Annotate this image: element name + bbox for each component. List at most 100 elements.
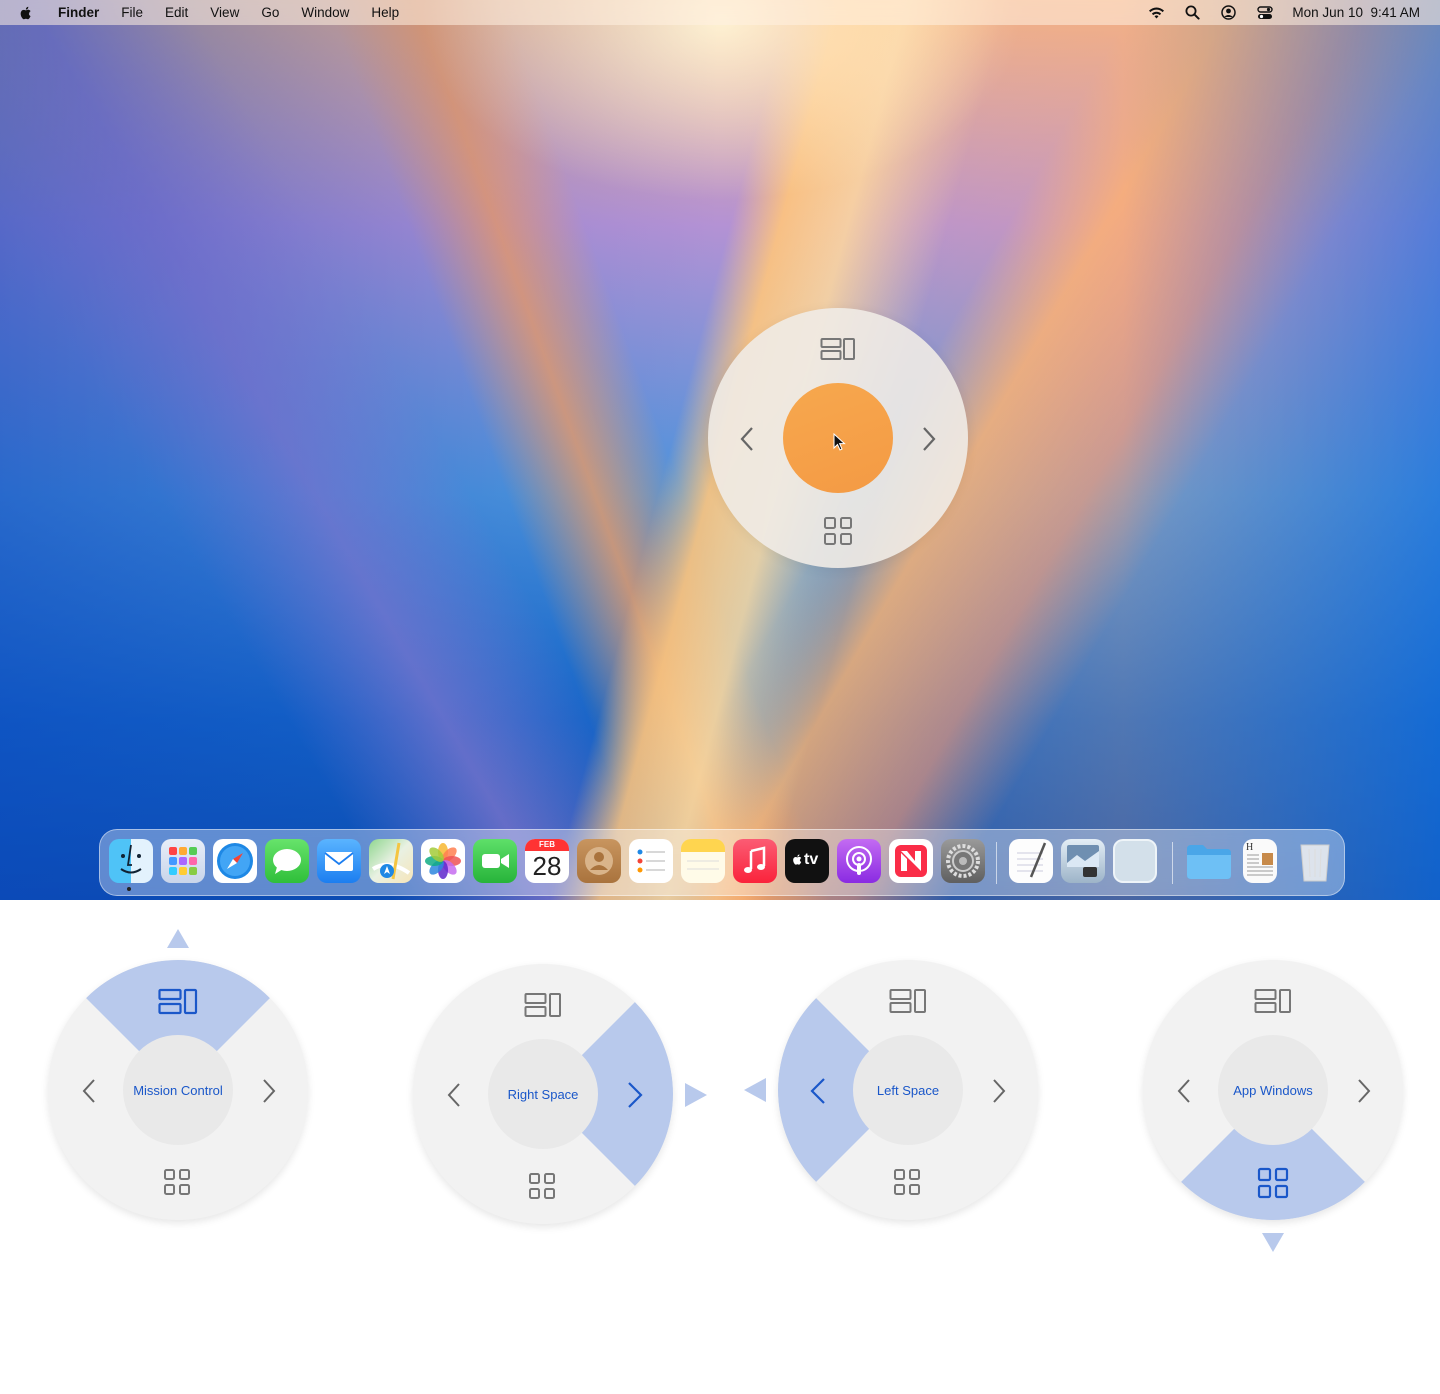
chevron-right-icon[interactable]: [922, 426, 936, 452]
dock-separator: [996, 842, 997, 884]
dock-mail[interactable]: [317, 839, 361, 883]
calendar-day: 28: [532, 851, 562, 881]
dock: FEB 28 tv H: [99, 829, 1345, 896]
control-center-icon[interactable]: [1256, 5, 1273, 20]
safari-icon: [217, 843, 253, 879]
photos-icon: [425, 843, 461, 879]
dock-trash[interactable]: [1293, 839, 1337, 883]
wheel-label-mission-control: Mission Control: [123, 1035, 233, 1145]
space-switcher-hud: [708, 308, 968, 568]
dock-music[interactable]: [733, 839, 777, 883]
user-icon[interactable]: [1220, 5, 1237, 20]
reminders-icon: [637, 849, 665, 873]
dock-separator: [1172, 842, 1173, 884]
calendar-month: FEB: [539, 840, 555, 849]
menu-view[interactable]: View: [210, 5, 239, 20]
dock-messages[interactable]: [265, 839, 309, 883]
facetime-icon: [482, 854, 509, 868]
app-windows-icon[interactable]: [528, 1172, 556, 1200]
app-windows-icon[interactable]: [823, 516, 853, 546]
trash-icon: [1300, 844, 1330, 882]
dock-folder[interactable]: [1185, 839, 1231, 883]
preview-icon: [1067, 845, 1099, 877]
wheel-right-space: Right Space: [413, 964, 673, 1224]
wheel-label-app-windows: App Windows: [1218, 1035, 1328, 1145]
dock-launchpad[interactable]: [161, 839, 205, 883]
wheel-app-windows: App Windows: [1143, 960, 1403, 1220]
finder-running-indicator: [127, 887, 131, 891]
dock-tv[interactable]: tv: [785, 839, 829, 883]
left-triangle-icon: [744, 1078, 766, 1102]
desktop-wallpaper: Finder File Edit View Go Window Help Mon…: [0, 0, 1440, 900]
dock-maps[interactable]: [369, 839, 413, 883]
document-icon: H: [1246, 842, 1273, 876]
maps-icon: [371, 842, 411, 880]
dock-blank-app[interactable]: [1113, 839, 1157, 883]
app-windows-icon[interactable]: [1257, 1167, 1289, 1199]
chevron-left-icon[interactable]: [447, 1082, 461, 1108]
mission-control-icon[interactable]: [524, 992, 562, 1018]
menu-window[interactable]: Window: [301, 5, 349, 20]
search-icon[interactable]: [1184, 5, 1201, 20]
dock-preview[interactable]: [1061, 839, 1105, 883]
wheel-label-right-space: Right Space: [488, 1039, 598, 1149]
mission-control-icon[interactable]: [820, 337, 856, 361]
tv-apple-icon: [791, 852, 804, 872]
textedit-icon: [1017, 842, 1047, 878]
app-windows-icon[interactable]: [893, 1168, 921, 1196]
menu-app-name[interactable]: Finder: [58, 5, 99, 20]
wheel-label-left-space: Left Space: [853, 1035, 963, 1145]
chevron-left-icon[interactable]: [1177, 1078, 1191, 1104]
folder-icon: [1187, 845, 1231, 879]
news-icon: [895, 845, 927, 877]
dock-textedit[interactable]: [1009, 839, 1053, 883]
chevron-right-icon[interactable]: [262, 1078, 276, 1104]
dock-system-settings[interactable]: [941, 839, 985, 883]
wheel-mission-control: Mission Control: [48, 960, 308, 1220]
dock-document[interactable]: H: [1243, 839, 1277, 883]
notes-icon: [687, 860, 719, 870]
menu-go[interactable]: Go: [261, 5, 279, 20]
wifi-icon[interactable]: [1148, 5, 1165, 20]
app-windows-icon[interactable]: [163, 1168, 191, 1196]
dock-contacts[interactable]: [577, 839, 621, 883]
menu-clock[interactable]: Mon Jun 10 9:41 AM: [1292, 5, 1420, 20]
dock-facetime[interactable]: [473, 839, 517, 883]
chevron-left-icon[interactable]: [82, 1078, 96, 1104]
apple-logo-icon[interactable]: [18, 5, 34, 21]
chevron-left-icon[interactable]: [810, 1077, 826, 1105]
podcasts-icon: [846, 846, 872, 875]
right-triangle-icon: [685, 1083, 707, 1107]
music-icon: [744, 846, 766, 873]
menu-file[interactable]: File: [121, 5, 143, 20]
dock-notes[interactable]: [681, 839, 725, 883]
chevron-right-icon[interactable]: [992, 1078, 1006, 1104]
chevron-left-icon[interactable]: [740, 426, 754, 452]
launchpad-icon: [169, 847, 197, 875]
dock-calendar[interactable]: FEB 28: [525, 839, 569, 883]
contacts-icon: [585, 847, 613, 875]
chevron-right-icon[interactable]: [1357, 1078, 1371, 1104]
dock-photos[interactable]: [421, 839, 465, 883]
finder-icon: [120, 844, 142, 874]
dock-news[interactable]: [889, 839, 933, 883]
wheel-left-space: Left Space: [778, 960, 1038, 1220]
mission-control-icon[interactable]: [889, 988, 927, 1014]
menu-help[interactable]: Help: [371, 5, 399, 20]
dock-reminders[interactable]: [629, 839, 673, 883]
mission-control-icon[interactable]: [1254, 988, 1292, 1014]
up-triangle-icon: [167, 929, 189, 948]
mission-control-icon[interactable]: [158, 988, 198, 1015]
chevron-right-icon[interactable]: [627, 1081, 643, 1109]
menu-bar: Finder File Edit View Go Window Help Mon…: [0, 0, 1440, 25]
dock-podcasts[interactable]: [837, 839, 881, 883]
svg-text:H: H: [1246, 842, 1253, 853]
down-triangle-icon: [1262, 1233, 1284, 1252]
mail-icon: [324, 852, 354, 871]
messages-icon: [273, 849, 301, 874]
gear-icon: [946, 844, 980, 878]
dock-finder[interactable]: [109, 839, 153, 883]
dock-safari[interactable]: [213, 839, 257, 883]
cursor-icon: [833, 433, 846, 451]
menu-edit[interactable]: Edit: [165, 5, 188, 20]
